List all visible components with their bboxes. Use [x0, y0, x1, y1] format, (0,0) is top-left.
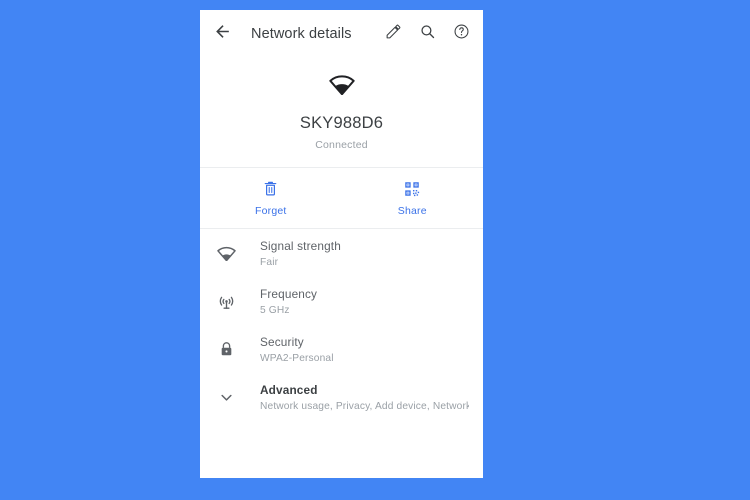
trash-icon [261, 179, 280, 198]
wifi-status-icon-wrap [200, 74, 483, 100]
detail-value: WPA2-Personal [260, 353, 334, 365]
detail-text: Frequency 5 GHz [260, 287, 317, 318]
edit-button[interactable] [383, 24, 403, 44]
pencil-edit-icon [385, 23, 402, 45]
app-bar: Network details [200, 10, 483, 58]
qr-code-icon [403, 179, 422, 198]
detail-value: 5 GHz [260, 305, 290, 317]
arrow-back-icon [213, 22, 232, 46]
detail-row-frequency[interactable]: Frequency 5 GHz [200, 287, 483, 335]
search-icon [419, 23, 436, 45]
detail-title: Advanced [260, 383, 318, 398]
detail-row-signal-strength[interactable]: Signal strength Fair [200, 239, 483, 287]
forget-label: Forget [254, 205, 287, 218]
detail-title: Security [260, 335, 304, 350]
action-row: Forget Share [200, 168, 483, 228]
help-circle-icon [453, 23, 470, 45]
search-button[interactable] [417, 24, 437, 44]
detail-title: Frequency [260, 287, 318, 302]
share-label: Share [397, 205, 427, 218]
page-title: Network details [251, 26, 352, 42]
wifi-icon [214, 241, 238, 265]
help-button[interactable] [451, 24, 471, 44]
lock-icon [214, 337, 238, 361]
connection-status: Connected [315, 139, 368, 152]
detail-row-advanced[interactable]: Advanced Network usage, Privacy, Add dev… [200, 383, 483, 431]
back-button[interactable] [210, 22, 234, 46]
detail-row-security[interactable]: Security WPA2-Personal [200, 335, 483, 383]
app-bar-actions [383, 24, 471, 44]
network-ssid: SKY988D6 [299, 114, 384, 132]
detail-title: Signal strength [260, 239, 341, 254]
chevron-down-icon [214, 385, 238, 409]
detail-text: Advanced Network usage, Privacy, Add dev… [260, 383, 469, 414]
network-details-panel: Network details SKY988D6 Connected Forge… [200, 10, 483, 478]
screenshot-canvas: Network details SKY988D6 Connected Forge… [0, 0, 750, 500]
share-button[interactable]: Share [342, 168, 484, 228]
detail-text: Signal strength Fair [260, 239, 341, 270]
network-identity: SKY988D6 Connected [200, 58, 483, 167]
detail-value: Fair [260, 257, 279, 269]
wifi-icon [328, 74, 355, 100]
antenna-icon [214, 289, 238, 313]
detail-value: Network usage, Privacy, Add device, Netw… [260, 401, 469, 413]
forget-button[interactable]: Forget [200, 168, 342, 228]
detail-text: Security WPA2-Personal [260, 335, 334, 366]
details-list: Signal strength Fair Frequency 5 GHz Sec… [200, 229, 483, 431]
